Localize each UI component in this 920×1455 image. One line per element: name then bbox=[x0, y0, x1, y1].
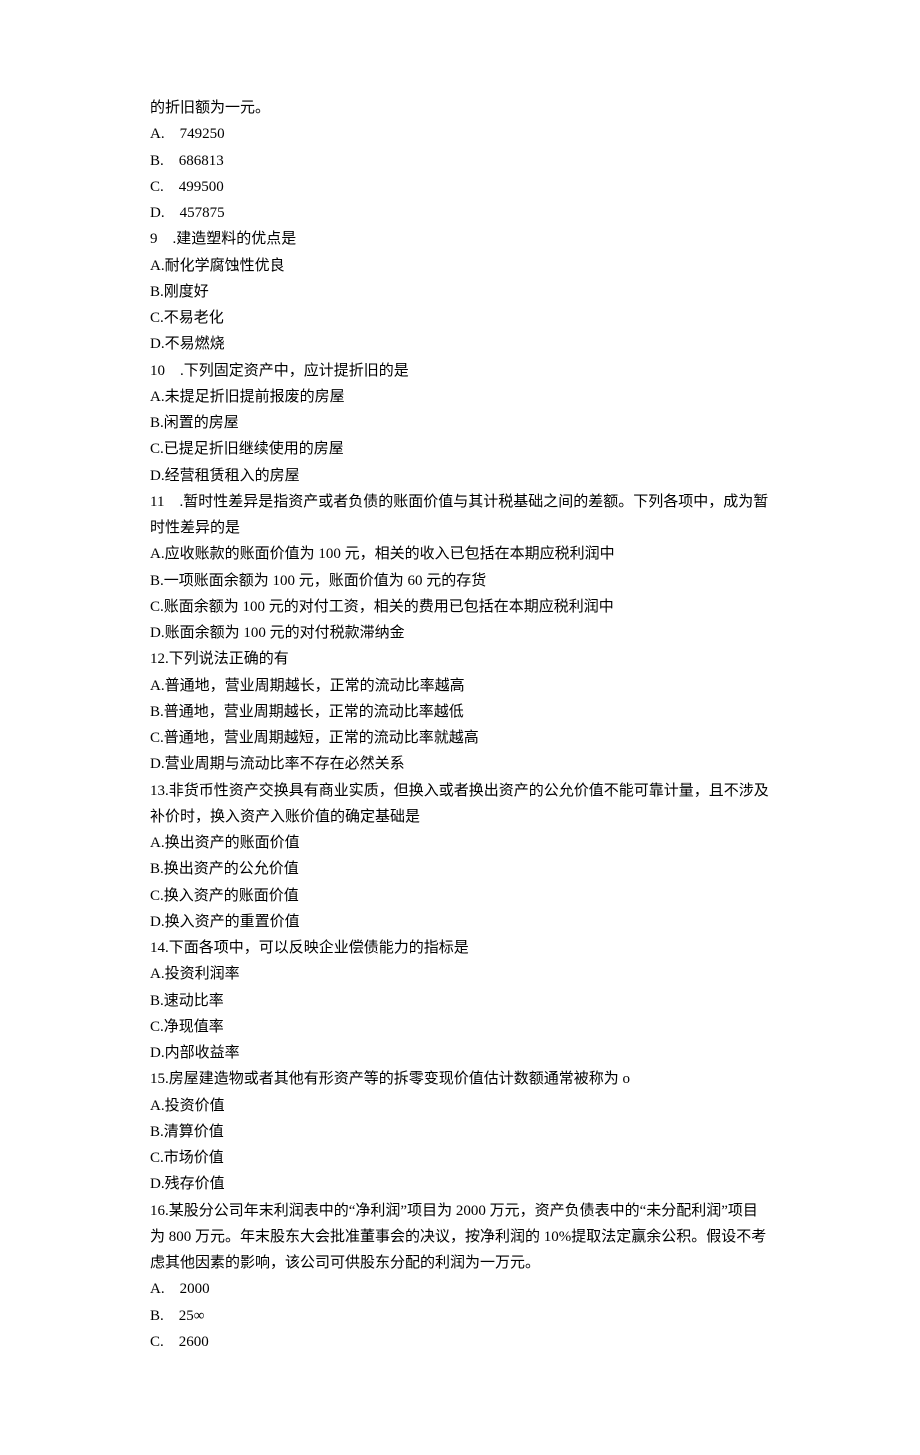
question-14: 14.下面各项中，可以反映企业偿债能力的指标是 bbox=[150, 935, 770, 961]
option-b: B.清算价值 bbox=[150, 1119, 770, 1145]
question-10: 10 .下列固定资产中，应计提折旧的是 bbox=[150, 358, 770, 384]
question-9: 9 .建造塑料的优点是 bbox=[150, 226, 770, 252]
option-b: B.换出资产的公允价值 bbox=[150, 856, 770, 882]
option-b: B. 25∞ bbox=[150, 1303, 770, 1329]
text-line: 的折旧额为一元。 bbox=[150, 95, 770, 121]
option-c: C.市场价值 bbox=[150, 1145, 770, 1171]
option-d: D.内部收益率 bbox=[150, 1040, 770, 1066]
option-a: A.未提足折旧提前报废的房屋 bbox=[150, 384, 770, 410]
option-a: A.耐化学腐蚀性优良 bbox=[150, 253, 770, 279]
option-d: D.不易燃烧 bbox=[150, 331, 770, 357]
option-c: C.已提足折旧继续使用的房屋 bbox=[150, 436, 770, 462]
option-d: D.换入资产的重置价值 bbox=[150, 909, 770, 935]
option-c: C.不易老化 bbox=[150, 305, 770, 331]
option-b: B.普通地，营业周期越长，正常的流动比率越低 bbox=[150, 699, 770, 725]
option-c: C.换入资产的账面价值 bbox=[150, 883, 770, 909]
option-a: A. 749250 bbox=[150, 121, 770, 147]
option-a: A.换出资产的账面价值 bbox=[150, 830, 770, 856]
option-d: D.账面余额为 100 元的对付税款滞纳金 bbox=[150, 620, 770, 646]
question-16: 16.某股分公司年末利润表中的“净利润”项目为 2000 万元，资产负债表中的“… bbox=[150, 1198, 770, 1277]
question-12: 12.下列说法正确的有 bbox=[150, 646, 770, 672]
question-11: 11 .暂时性差异是指资产或者负债的账面价值与其计税基础之间的差额。下列各项中，… bbox=[150, 489, 770, 542]
question-13: 13.非货币性资产交换具有商业实质，但换入或者换出资产的公允价值不能可靠计量，且… bbox=[150, 778, 770, 831]
option-a: A. 2000 bbox=[150, 1276, 770, 1302]
option-b: B.一项账面余额为 100 元，账面价值为 60 元的存货 bbox=[150, 568, 770, 594]
option-d: D. 457875 bbox=[150, 200, 770, 226]
option-b: B.刚度好 bbox=[150, 279, 770, 305]
option-b: B.速动比率 bbox=[150, 988, 770, 1014]
option-a: A.投资利润率 bbox=[150, 961, 770, 987]
question-15: 15.房屋建造物或者其他有形资产等的拆零变现价值估计数额通常被称为 o bbox=[150, 1066, 770, 1092]
option-c: C.普通地，营业周期越短，正常的流动比率就越高 bbox=[150, 725, 770, 751]
option-d: D.经营租赁租入的房屋 bbox=[150, 463, 770, 489]
option-a: A.应收账款的账面价值为 100 元，相关的收入已包括在本期应税利润中 bbox=[150, 541, 770, 567]
option-c: C. 2600 bbox=[150, 1329, 770, 1355]
option-d: D.营业周期与流动比率不存在必然关系 bbox=[150, 751, 770, 777]
option-c: C.账面余额为 100 元的对付工资，相关的费用已包括在本期应税利润中 bbox=[150, 594, 770, 620]
option-b: B.闲置的房屋 bbox=[150, 410, 770, 436]
option-b: B. 686813 bbox=[150, 148, 770, 174]
document-page: 的折旧额为一元。 A. 749250 B. 686813 C. 499500 D… bbox=[0, 0, 920, 1455]
option-a: A.投资价值 bbox=[150, 1093, 770, 1119]
option-a: A.普通地，营业周期越长，正常的流动比率越高 bbox=[150, 673, 770, 699]
option-c: C. 499500 bbox=[150, 174, 770, 200]
option-d: D.残存价值 bbox=[150, 1171, 770, 1197]
option-c: C.净现值率 bbox=[150, 1014, 770, 1040]
